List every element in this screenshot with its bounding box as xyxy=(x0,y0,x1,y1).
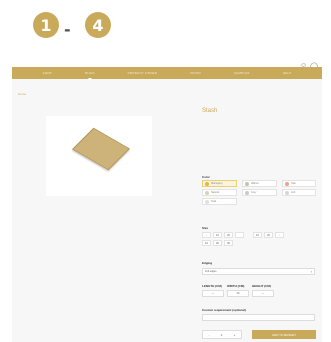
custom-requirement-label: Custom requirement (optional) xyxy=(202,308,246,312)
nav-item-help[interactable]: HELP xyxy=(283,71,292,75)
length-field[interactable]: — xyxy=(202,290,224,297)
height-label: HEIGHT (CM) xyxy=(252,284,271,288)
color-dot xyxy=(205,199,209,204)
edging-label: Edging xyxy=(202,261,213,265)
size-option[interactable]: 10 xyxy=(202,240,211,246)
size-option[interactable]: - xyxy=(275,232,284,238)
step-badge-last: 4 xyxy=(85,12,111,38)
breadcrumb[interactable]: Home xyxy=(18,92,26,96)
color-option-mahogany[interactable]: Mahogany xyxy=(202,180,237,187)
size-option[interactable]: 30 xyxy=(224,240,233,246)
width-field[interactable]: 10 xyxy=(227,290,249,297)
color-option-grey[interactable]: Grey xyxy=(242,189,277,196)
product-image[interactable] xyxy=(46,116,152,196)
size-option[interactable]: 10 xyxy=(253,232,262,238)
chevron-down-icon: › xyxy=(310,269,312,274)
color-label: Color xyxy=(202,175,210,179)
length-label: LENGTH (CM) xyxy=(202,284,222,288)
color-dot xyxy=(245,190,249,195)
color-dot xyxy=(205,181,209,186)
size-option[interactable]: 10 xyxy=(213,232,222,238)
size-option[interactable] xyxy=(235,232,244,238)
quantity-plus-button[interactable]: + xyxy=(234,333,236,337)
color-dot xyxy=(245,181,249,186)
step-separator: - xyxy=(64,20,71,39)
size-option[interactable]: 20 xyxy=(264,232,273,238)
edging-select[interactable]: Full edges › xyxy=(202,268,315,275)
product-title: Stash xyxy=(202,108,218,114)
quantity-value: 1 xyxy=(220,332,223,337)
product-tile-graphic xyxy=(72,127,130,171)
custom-requirement-input[interactable] xyxy=(202,314,315,321)
nav-item-product-finder[interactable]: PRODUCT FINDER xyxy=(128,71,158,75)
step-badge-first: 1 xyxy=(33,12,59,38)
size-option[interactable]: - xyxy=(202,232,211,238)
quantity-stepper[interactable]: - 1 + xyxy=(202,330,242,339)
size-option[interactable]: 20 xyxy=(224,232,233,238)
nav-item-wood[interactable]: WOOD xyxy=(190,71,200,75)
color-dot xyxy=(285,190,289,195)
nav-item-shop[interactable]: SHOP xyxy=(43,71,52,75)
size-option[interactable]: 20 xyxy=(213,240,222,246)
color-option-oak[interactable]: Oak xyxy=(282,180,316,187)
page-screenshot-frame: ☺ ◯ SHOP RUGS PRODUCT FINDER WOOD SAMPLE… xyxy=(12,62,322,342)
main-navigation: SHOP RUGS PRODUCT FINDER WOOD SAMPLES HE… xyxy=(12,67,322,79)
color-option-teak[interactable]: Teak xyxy=(202,198,237,205)
width-label: WIDTH (CM) xyxy=(227,284,245,288)
nav-item-samples[interactable]: SAMPLES xyxy=(234,71,250,75)
nav-item-rugs[interactable]: RUGS xyxy=(85,71,94,75)
height-field[interactable]: — xyxy=(252,290,274,297)
color-dot xyxy=(285,181,289,186)
quantity-minus-button[interactable]: - xyxy=(209,333,210,337)
color-option-walnut[interactable]: Walnut xyxy=(242,180,277,187)
size-label: Size xyxy=(202,226,209,230)
color-dot xyxy=(205,190,209,195)
color-option-ash[interactable]: Ash xyxy=(282,189,316,196)
add-to-cart-button[interactable]: ADD TO BASKET xyxy=(252,330,316,339)
color-option-natural[interactable]: Natural xyxy=(202,189,237,196)
